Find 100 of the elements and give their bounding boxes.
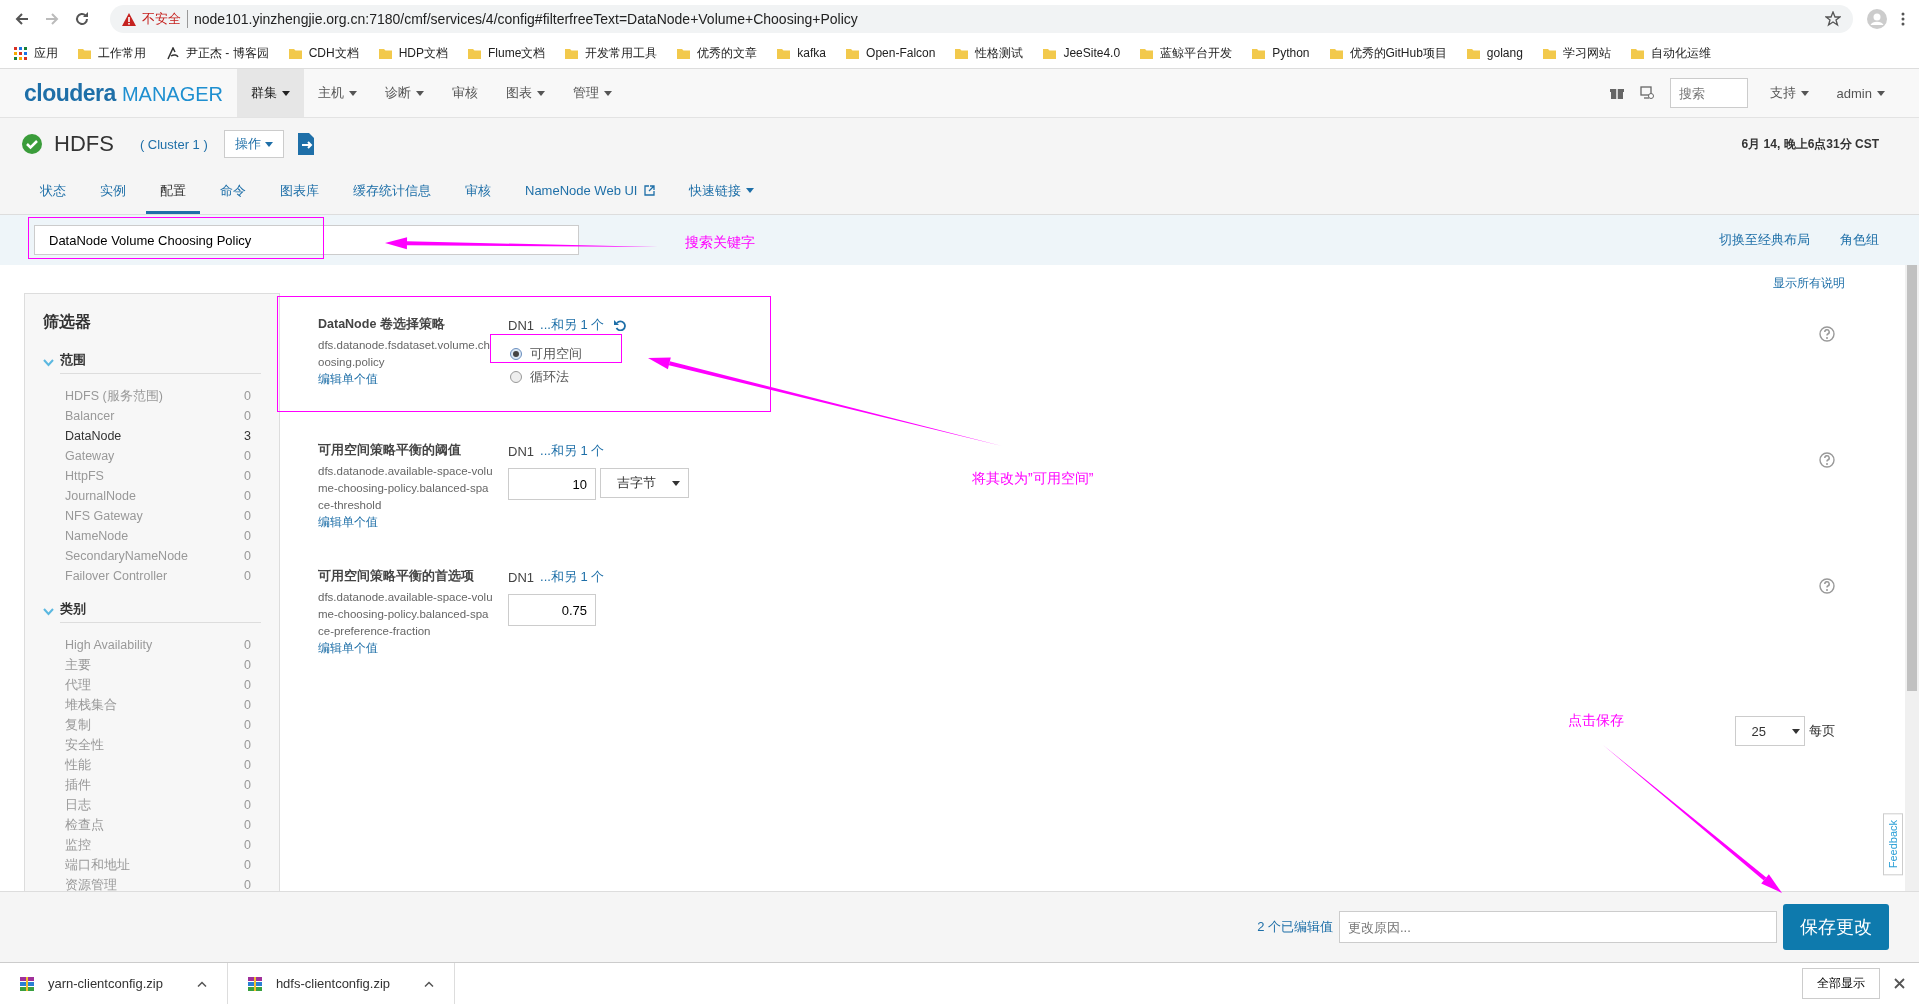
cluster-link[interactable]: ( Cluster 1 ) <box>139 136 208 152</box>
tab[interactable]: 缓存统计信息 <box>339 170 445 214</box>
nav-menu-item[interactable]: 审核 <box>438 69 492 117</box>
chevron-down-icon <box>43 607 54 616</box>
apps-grid-icon <box>14 46 27 60</box>
edit-value-link[interactable]: 编辑单个值 <box>318 515 378 529</box>
reload-icon[interactable] <box>74 11 90 27</box>
bookmark[interactable]: 学习网站 <box>1542 44 1611 62</box>
folder-icon <box>1329 46 1343 60</box>
nav-menu-item[interactable]: 图表 <box>492 69 559 117</box>
number-field[interactable]: 10 <box>508 468 596 500</box>
scrollbar[interactable] <box>1905 265 1919 891</box>
folder-icon <box>955 46 969 60</box>
filter-count: 0 <box>244 677 251 694</box>
tab[interactable]: 命令 <box>206 170 260 214</box>
tab[interactable]: NameNode Web UI <box>511 170 670 214</box>
tab[interactable]: 快速链接 <box>675 170 769 214</box>
reason-field[interactable]: 更改原因... <box>1339 911 1777 943</box>
monitor-icon[interactable] <box>1639 86 1654 100</box>
per-page-dropdown[interactable]: 25 <box>1734 716 1805 746</box>
bookmark[interactable]: CDH文档 <box>288 44 359 62</box>
bookmark[interactable]: kafka <box>777 46 827 60</box>
download-item[interactable]: hdfs-clientconfig.zip <box>227 963 456 1004</box>
show-all-button[interactable]: 全部显示 <box>1802 968 1880 999</box>
radio-button[interactable] <box>510 347 522 360</box>
feedback-tab[interactable]: Feedback <box>1883 812 1903 875</box>
property-name: dfs.datanode.fsdataset.volume.choosing.policy <box>318 338 491 370</box>
filter-group-header[interactable]: 类别 <box>43 600 261 629</box>
number-field[interactable]: 0.75 <box>508 594 596 626</box>
close-icon[interactable] <box>1894 978 1905 989</box>
bookmark[interactable]: Flume文档 <box>468 44 546 62</box>
document-export-icon[interactable] <box>295 133 316 155</box>
tab[interactable]: 状态 <box>26 170 80 214</box>
nav-menu-item[interactable]: 主机 <box>304 69 371 117</box>
nav-menu-item[interactable]: 管理 <box>559 69 626 117</box>
folder-icon <box>1140 46 1154 60</box>
layout-link[interactable]: 切换至经典布局 <box>1719 231 1810 249</box>
file-name: hdfs-clientconfig.zip <box>275 976 391 991</box>
scope-more-link[interactable]: ...和另 1 个 <box>540 442 605 460</box>
edit-value-link[interactable]: 编辑单个值 <box>318 372 378 386</box>
scope-more-link[interactable]: ...和另 1 个 <box>540 568 605 586</box>
bookmark[interactable]: 优秀的GitHub项目 <box>1329 44 1447 62</box>
bookmark[interactable]: HDP文档 <box>378 44 448 62</box>
bookmark[interactable]: 自动化运维 <box>1630 44 1711 62</box>
filter-group-label: 范围 <box>60 351 261 374</box>
folder-icon <box>78 46 91 60</box>
nav-menu-item[interactable]: 群集 <box>237 69 304 117</box>
download-item[interactable]: yarn-clientconfig.zip <box>0 963 228 1004</box>
config-title: 可用空间策略平衡的首选项 <box>318 568 475 585</box>
gift-icon[interactable] <box>1609 86 1624 100</box>
bookmark[interactable]: Python <box>1252 46 1310 60</box>
bookmark[interactable]: 开发常用工具 <box>565 44 658 62</box>
search-field[interactable]: 搜索 <box>1669 78 1748 108</box>
bookmark[interactable]: 工作常用 <box>78 44 146 62</box>
unit-dropdown[interactable]: 吉字节 <box>600 468 689 498</box>
bookmark[interactable]: 蓝鲸平台开发 <box>1140 44 1233 62</box>
help-icon[interactable] <box>1819 326 1835 342</box>
bookmark[interactable]: golang <box>1466 46 1523 60</box>
show-descriptions-link[interactable]: 显示所有说明 <box>1773 275 1845 292</box>
chevron-up-icon[interactable] <box>424 980 435 987</box>
tab[interactable]: 审核 <box>451 170 505 214</box>
help-icon[interactable] <box>1819 578 1835 594</box>
bookmark[interactable]: 应用 <box>14 44 58 62</box>
bookmark[interactable]: 性格测试 <box>955 44 1024 62</box>
bookmark[interactable]: 优秀的文章 <box>677 44 758 62</box>
nav-menu-item[interactable]: 诊断 <box>371 69 438 117</box>
help-icon[interactable] <box>1819 452 1835 468</box>
logo-product: MANAGER <box>121 82 223 106</box>
nav-menu-item[interactable]: admin <box>1822 69 1899 117</box>
address-bar[interactable]: 不安全 node101.yinzhengjie.org.cn:7180/cmf/services/4/config#filterfreeText=DataNode+Volume+Choosing+Policy <box>110 5 1853 33</box>
save-button[interactable]: 保存更改 <box>1783 904 1889 950</box>
filter-item[interactable]: DataNode <box>65 426 122 446</box>
filter-count: 0 <box>244 737 251 754</box>
filter-count: 0 <box>244 797 251 814</box>
tab[interactable]: 实例 <box>86 170 140 214</box>
actions-button[interactable]: 操作 <box>223 130 284 158</box>
scope-more-link[interactable]: ...和另 1 个 <box>540 316 605 334</box>
tab[interactable]: 图表库 <box>266 170 333 214</box>
star-icon[interactable] <box>1825 11 1841 27</box>
filter-search-field[interactable]: DataNode Volume Choosing Policy <box>34 225 579 255</box>
nav-menu-item[interactable]: 支持 <box>1755 69 1823 117</box>
caret-icon <box>746 188 755 193</box>
bookmark[interactable]: Open-Falcon <box>846 46 936 60</box>
edit-value-link[interactable]: 编辑单个值 <box>318 641 378 655</box>
filter-count: 3 <box>244 428 251 445</box>
annotation-text: 搜索关键字 <box>685 234 755 252</box>
filter-count: 0 <box>244 488 251 505</box>
caret-icon <box>349 90 357 96</box>
caret-icon <box>672 480 680 486</box>
radio-button[interactable] <box>510 370 522 383</box>
chevron-up-icon[interactable] <box>196 980 207 987</box>
layout-link[interactable]: 角色组 <box>1840 231 1879 249</box>
site-icon <box>166 46 179 60</box>
filter-group-header[interactable]: 范围 <box>43 351 261 380</box>
menu-icon[interactable] <box>1901 12 1905 26</box>
undo-icon[interactable] <box>614 319 627 331</box>
filter-count: 0 <box>244 468 251 485</box>
bookmark[interactable]: 尹正杰 - 博客园 <box>166 44 269 62</box>
bookmark[interactable]: JeeSite4.0 <box>1043 46 1121 60</box>
back-icon[interactable] <box>14 11 30 27</box>
